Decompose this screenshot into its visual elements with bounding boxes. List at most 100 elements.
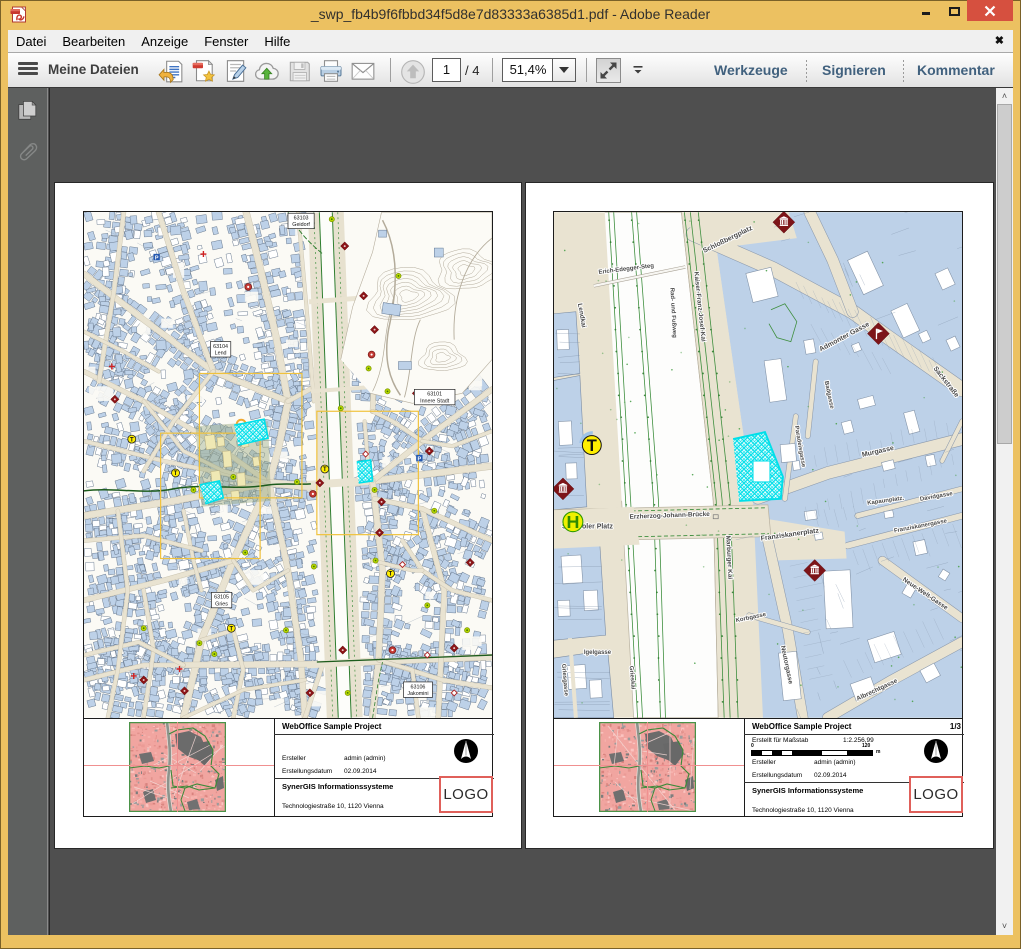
minimize-button[interactable]	[913, 0, 939, 21]
previous-view-icon[interactable]	[400, 59, 426, 85]
map-graz-overview: TTTTTPP 63103 Geidorf 63104 Lend 63101 I…	[83, 211, 493, 719]
svg-text:P: P	[155, 255, 159, 261]
scrollbar-thumb[interactable]	[997, 104, 1012, 444]
open-recent-icon[interactable]	[158, 58, 184, 84]
company-address: Technologiestraße 10, 1120 Vienna	[752, 807, 854, 814]
pdf-page-2: SchloßbergplatzErich-Edegger-StegKaiser-…	[526, 183, 993, 848]
chevron-down-icon	[559, 67, 569, 73]
svg-text:T: T	[587, 436, 597, 455]
north-arrow-logo	[453, 738, 479, 764]
toolbar: Meine Dateien 1	[8, 52, 1013, 88]
crosshair-horizontal-line	[554, 765, 744, 766]
company-address: Technologiestraße 10, 1120 Vienna	[282, 803, 384, 810]
svg-text:T: T	[323, 467, 327, 473]
sign-pane-button[interactable]: Signieren	[822, 62, 886, 78]
svg-text:H: H	[566, 512, 579, 532]
svg-text:63103: 63103	[294, 216, 309, 222]
toolbar-separator	[390, 58, 391, 82]
company-name: SynerGIS Informationssysteme	[752, 786, 863, 795]
save-icon[interactable]	[286, 58, 312, 84]
map1-footer: WebOffice Sample ProjectErstelleradmin (…	[83, 718, 493, 817]
scroll-down-icon[interactable]: ˅	[996, 918, 1013, 935]
window-title: _swp_fb4b9f6fbbd34f5d8e7d83333a6385d1.pd…	[0, 0, 1021, 28]
menu-hilfe[interactable]: Hilfe	[256, 30, 298, 52]
scalebar-start-label: 0	[751, 744, 754, 750]
scale-label: Erstellt für Maßstab	[752, 737, 808, 744]
page-thumbnails-icon[interactable]	[17, 100, 39, 122]
toolbar-separator	[586, 58, 587, 82]
menu-bearbeiten[interactable]: Bearbeiten	[54, 30, 133, 52]
expand-arrows-icon	[597, 59, 620, 82]
svg-text:T: T	[130, 437, 134, 443]
svg-text:Geidorf: Geidorf	[292, 222, 310, 228]
map2-footer: WebOffice Sample Project Erstellt für Maß…	[553, 718, 963, 817]
crosshair-horizontal-line	[84, 765, 274, 766]
close-button[interactable]	[967, 0, 1013, 21]
close-icon	[984, 5, 996, 17]
scroll-up-icon[interactable]: ˄	[996, 88, 1013, 105]
svg-text:Lend: Lend	[215, 351, 227, 357]
scale-bar	[752, 751, 872, 755]
svg-text:T: T	[229, 626, 233, 632]
menu-anzeige[interactable]: Anzeige	[133, 30, 196, 52]
svg-text:Gries: Gries	[215, 601, 228, 607]
maximize-icon	[949, 7, 960, 16]
menu-datei[interactable]: Datei	[8, 30, 54, 52]
zoom-control: 51,4%	[502, 58, 576, 82]
svg-text:T: T	[389, 572, 393, 578]
zoom-dropdown-button[interactable]	[552, 59, 575, 81]
document-close-icon[interactable]: ✖	[995, 34, 1004, 47]
svg-text:63101: 63101	[427, 392, 442, 398]
navigation-sidebar	[8, 88, 48, 935]
map-graz-detail: SchloßbergplatzErich-Edegger-StegKaiser-…	[553, 211, 963, 719]
creator-label: Ersteller	[752, 759, 776, 766]
svg-text:63105: 63105	[214, 595, 229, 601]
cloud-upload-icon[interactable]	[254, 58, 280, 84]
footer-rule	[274, 734, 494, 735]
crosshair-vertical-line	[177, 722, 178, 812]
titlebar: _swp_fb4b9f6fbbd34f5d8e7d83333a6385d1.pd…	[0, 0, 1021, 30]
creator-label: Ersteller	[282, 755, 306, 762]
pdf-page-1: TTTTTPP 63103 Geidorf 63104 Lend 63101 I…	[55, 183, 521, 848]
page-canvas: TTTTTPP 63103 Geidorf 63104 Lend 63101 I…	[49, 88, 996, 935]
footer-rule	[744, 734, 964, 735]
crosshair-vertical-line	[647, 722, 648, 812]
svg-text:Igelgasse: Igelgasse	[584, 650, 612, 656]
hamburger-menu-icon[interactable]	[18, 62, 38, 78]
fit-to-window-button[interactable]	[596, 58, 621, 83]
svg-text:P: P	[418, 456, 422, 462]
toolbar-overflow-icon[interactable]	[632, 64, 644, 76]
logo-placeholder: LOGO	[909, 776, 963, 813]
toolbar-dotted-separator	[903, 60, 904, 82]
date-value: 02.09.2014	[344, 768, 377, 775]
adobe-reader-window: _swp_fb4b9f6fbbd34f5d8e7d83333a6385d1.pd…	[0, 0, 1021, 949]
email-icon[interactable]	[350, 58, 376, 84]
fill-sign-icon[interactable]	[222, 58, 248, 84]
vertical-scrollbar[interactable]: ˄ ˅	[996, 88, 1013, 935]
north-arrow-logo	[923, 738, 949, 764]
date-label: Erstellungsdatum	[282, 768, 332, 775]
toolbar-dotted-separator	[806, 60, 807, 82]
my-files-button[interactable]: Meine Dateien	[48, 62, 139, 77]
footer-title: WebOffice Sample Project	[282, 722, 381, 731]
svg-text:T: T	[174, 471, 178, 477]
attachments-icon[interactable]	[17, 140, 39, 162]
svg-text:Innere Stadt: Innere Stadt	[420, 398, 450, 404]
creator-value: admin (admin)	[814, 759, 856, 766]
print-icon[interactable]	[318, 58, 344, 84]
comment-pane-button[interactable]: Kommentar	[917, 62, 995, 78]
bus-stop-icon: H	[563, 512, 583, 532]
footer-title: WebOffice Sample Project	[752, 722, 851, 731]
create-pdf-icon[interactable]	[190, 58, 216, 84]
tools-pane-button[interactable]: Werkzeuge	[714, 62, 788, 78]
menu-fenster[interactable]: Fenster	[196, 30, 256, 52]
date-label: Erstellungsdatum	[752, 772, 802, 779]
zoom-input[interactable]: 51,4%	[503, 59, 553, 81]
page-total-label: / 4	[465, 63, 479, 78]
page-number-input[interactable]: 1	[432, 58, 461, 82]
logo-placeholder: LOGO	[439, 776, 493, 813]
menubar: Datei Bearbeiten Anzeige Fenster Hilfe ✖	[8, 30, 1013, 52]
maximize-button[interactable]	[941, 0, 967, 21]
page-indicator: 1/3	[939, 722, 961, 731]
svg-text:63106: 63106	[411, 684, 426, 690]
